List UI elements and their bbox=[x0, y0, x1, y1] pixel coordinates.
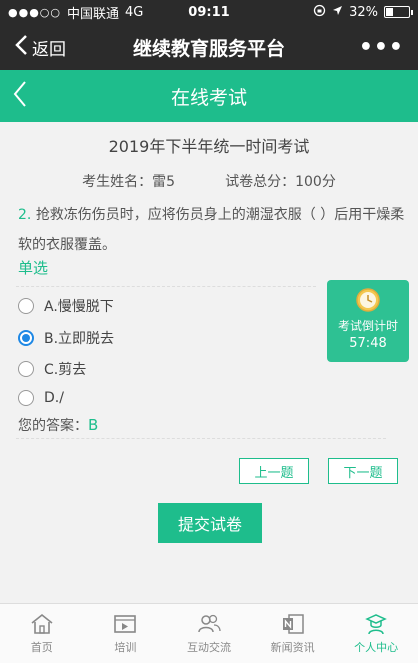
radio-button[interactable] bbox=[18, 361, 34, 377]
radio-button-checked[interactable] bbox=[18, 330, 34, 346]
user-icon bbox=[365, 614, 388, 635]
tab-training[interactable]: 培训 bbox=[84, 604, 168, 663]
home-icon bbox=[31, 613, 53, 634]
chevron-left-icon bbox=[14, 34, 28, 60]
radio-button[interactable] bbox=[18, 298, 34, 314]
more-button[interactable]: ••• bbox=[359, 35, 404, 60]
timer-label: 考试倒计时 bbox=[337, 319, 398, 333]
tab-interaction[interactable]: 互动交流 bbox=[167, 604, 251, 663]
answer-value: B bbox=[88, 416, 99, 434]
examinee-name: 考生姓名：雷5 bbox=[82, 171, 175, 191]
question-body: 抢救冻伤伤员时，应将伤员身上的潮湿衣服（ ）后用干燥柔软的衣服覆盖。 bbox=[18, 207, 405, 253]
submit-exam-button[interactable]: 提交试卷 bbox=[158, 503, 262, 543]
nav-bar: 返回 继续教育服务平台 ••• bbox=[0, 24, 418, 70]
tab-label: 互动交流 bbox=[186, 641, 231, 654]
divider bbox=[16, 438, 386, 439]
tab-bar: 首页 培训 互动交流 新闻资讯 个人中心 bbox=[0, 603, 418, 663]
name-value: 雷5 bbox=[152, 174, 176, 190]
tab-home[interactable]: 首页 bbox=[0, 604, 84, 663]
video-icon bbox=[114, 615, 137, 633]
exam-title: 2019年下半年统一时间考试 bbox=[108, 137, 310, 156]
battery-icon bbox=[384, 6, 413, 18]
option-c[interactable]: C.剪去 bbox=[18, 359, 86, 379]
option-label: C.剪去 bbox=[44, 362, 87, 378]
question-type: 单选 bbox=[18, 259, 49, 277]
question-text: 2. 抢救冻伤伤员时，应将伤员身上的潮湿衣服（ ）后用干燥柔软的衣服覆盖。 bbox=[18, 200, 413, 260]
page-title: 在线考试 bbox=[170, 86, 247, 109]
your-answer: 您的答案：B bbox=[18, 415, 98, 435]
back-label: 返回 bbox=[32, 39, 66, 60]
back-button[interactable]: 返回 bbox=[0, 34, 66, 60]
chevron-left-icon bbox=[13, 81, 26, 107]
prev-question-button[interactable]: 上一题 bbox=[239, 458, 309, 484]
next-question-button[interactable]: 下一题 bbox=[328, 458, 398, 484]
score-label: 试卷总分： bbox=[225, 174, 296, 190]
tab-label: 培训 bbox=[114, 641, 137, 654]
question-number: 2. bbox=[18, 207, 32, 223]
clock-icon bbox=[327, 286, 409, 315]
option-label: D./ bbox=[44, 390, 64, 406]
timer-value: 57:48 bbox=[349, 336, 387, 351]
name-label: 考生姓名： bbox=[82, 174, 153, 190]
score-value: 100分 bbox=[295, 174, 336, 190]
people-icon bbox=[198, 614, 221, 633]
tab-label: 首页 bbox=[30, 641, 53, 654]
option-b[interactable]: B.立即脱去 bbox=[18, 328, 114, 348]
total-score: 试卷总分：100分 bbox=[225, 171, 336, 191]
radio-button[interactable] bbox=[18, 390, 34, 406]
option-label: A.慢慢脱下 bbox=[44, 299, 114, 315]
option-label: B.立即脱去 bbox=[44, 331, 115, 347]
page-header: 在线考试 bbox=[0, 70, 418, 122]
clock-time: 09:11 bbox=[188, 4, 230, 20]
status-bar: ●●●○○ 中国联通 4G 09:11 32% bbox=[0, 0, 418, 24]
news-icon bbox=[282, 614, 304, 634]
option-d[interactable]: D./ bbox=[18, 390, 64, 406]
countdown-timer: 考试倒计时 57:48 bbox=[327, 280, 409, 362]
tab-news[interactable]: 新闻资讯 bbox=[251, 604, 335, 663]
tab-label: 个人中心 bbox=[354, 641, 399, 654]
tab-profile[interactable]: 个人中心 bbox=[334, 604, 418, 663]
divider bbox=[16, 286, 316, 287]
option-a[interactable]: A.慢慢脱下 bbox=[18, 296, 114, 316]
header-back-button[interactable] bbox=[0, 80, 28, 112]
answer-label: 您的答案： bbox=[18, 418, 88, 434]
tab-label: 新闻资讯 bbox=[270, 641, 315, 654]
exam-meta: 考生姓名：雷5 试卷总分：100分 bbox=[0, 171, 418, 191]
